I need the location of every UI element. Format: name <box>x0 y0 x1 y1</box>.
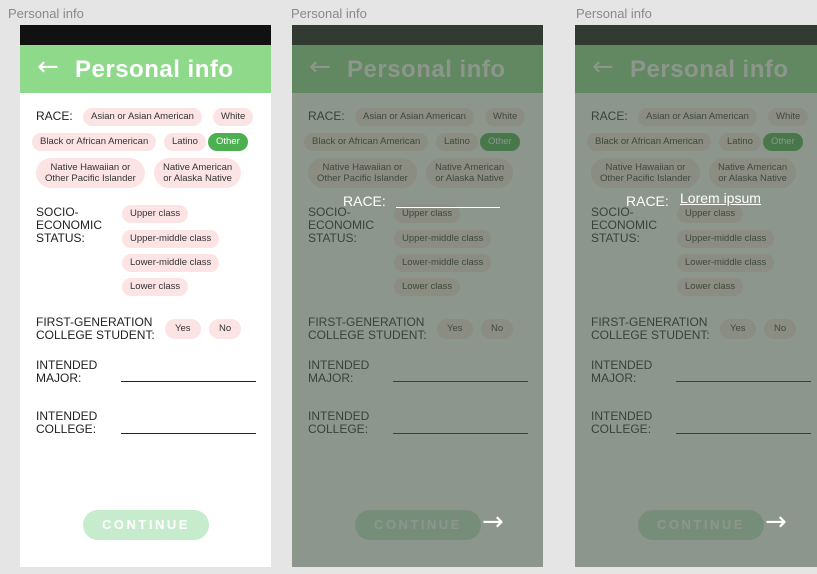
socio-option-upper[interactable]: Upper class <box>122 205 189 223</box>
native-hawaiian-line1: Native Hawaiian or <box>50 162 131 173</box>
college-input[interactable] <box>121 433 256 434</box>
major-input[interactable] <box>121 381 256 382</box>
phone-frame-2: ← Personal info RACE: Asian or Asian Ame… <box>292 25 543 567</box>
modal-overlay: RACE: Lorem ipsum → <box>575 25 817 567</box>
status-bar <box>20 25 271 45</box>
phone-frame-1: ← Personal info RACE: Asian or Asian Ame… <box>20 25 271 567</box>
race-option-native-hawaiian[interactable]: Native Hawaiian or Other Pacific Islande… <box>36 158 145 188</box>
firstgen-no-button[interactable]: No <box>209 319 242 339</box>
college-label-line2: COLLEGE: <box>36 422 97 436</box>
overlay-race-label: RACE: <box>626 193 669 209</box>
modal-overlay: RACE: → <box>292 25 543 567</box>
race-option-native-american[interactable]: Native American or Alaska Native <box>154 158 242 188</box>
socio-label-line3: STATUS: <box>36 231 85 245</box>
back-arrow-icon[interactable]: ← <box>37 52 59 82</box>
page-title: Personal info <box>75 56 234 83</box>
overlay-race-input[interactable] <box>396 207 500 208</box>
native-american-line1: Native American <box>163 162 233 173</box>
next-arrow-icon[interactable]: → <box>482 507 504 537</box>
firstgen-yes-button[interactable]: Yes <box>165 319 201 339</box>
socio-option-lower[interactable]: Lower class <box>122 278 189 296</box>
socio-option-upper-middle[interactable]: Upper-middle class <box>122 230 220 248</box>
overlay-race-label: RACE: <box>343 193 386 209</box>
race-option-asian[interactable]: Asian or Asian American <box>83 108 202 126</box>
frame-label-3: Personal info <box>576 6 652 21</box>
race-label: RACE: <box>36 109 73 123</box>
race-option-white[interactable]: White <box>213 108 254 126</box>
app-header: ← Personal info <box>20 45 271 93</box>
race-option-latino[interactable]: Latino <box>164 133 206 151</box>
continue-button[interactable]: CONTINUE <box>83 510 209 540</box>
frame-label-1: Personal info <box>8 6 84 21</box>
socio-option-lower-middle[interactable]: Lower-middle class <box>122 254 220 272</box>
next-arrow-icon[interactable]: → <box>765 507 787 537</box>
native-hawaiian-line2: Other Pacific Islander <box>45 173 136 184</box>
race-option-black[interactable]: Black or African American <box>32 133 157 151</box>
firstgen-label-line2: COLLEGE STUDENT: <box>36 328 155 342</box>
phone-frame-3: ← Personal info RACE: Asian or Asian Ame… <box>575 25 817 567</box>
race-option-other[interactable]: Other <box>208 133 248 151</box>
native-american-line2: or Alaska Native <box>163 173 232 184</box>
major-label-line2: MAJOR: <box>36 371 82 385</box>
overlay-race-value[interactable]: Lorem ipsum <box>680 190 761 206</box>
frame-label-2: Personal info <box>291 6 367 21</box>
